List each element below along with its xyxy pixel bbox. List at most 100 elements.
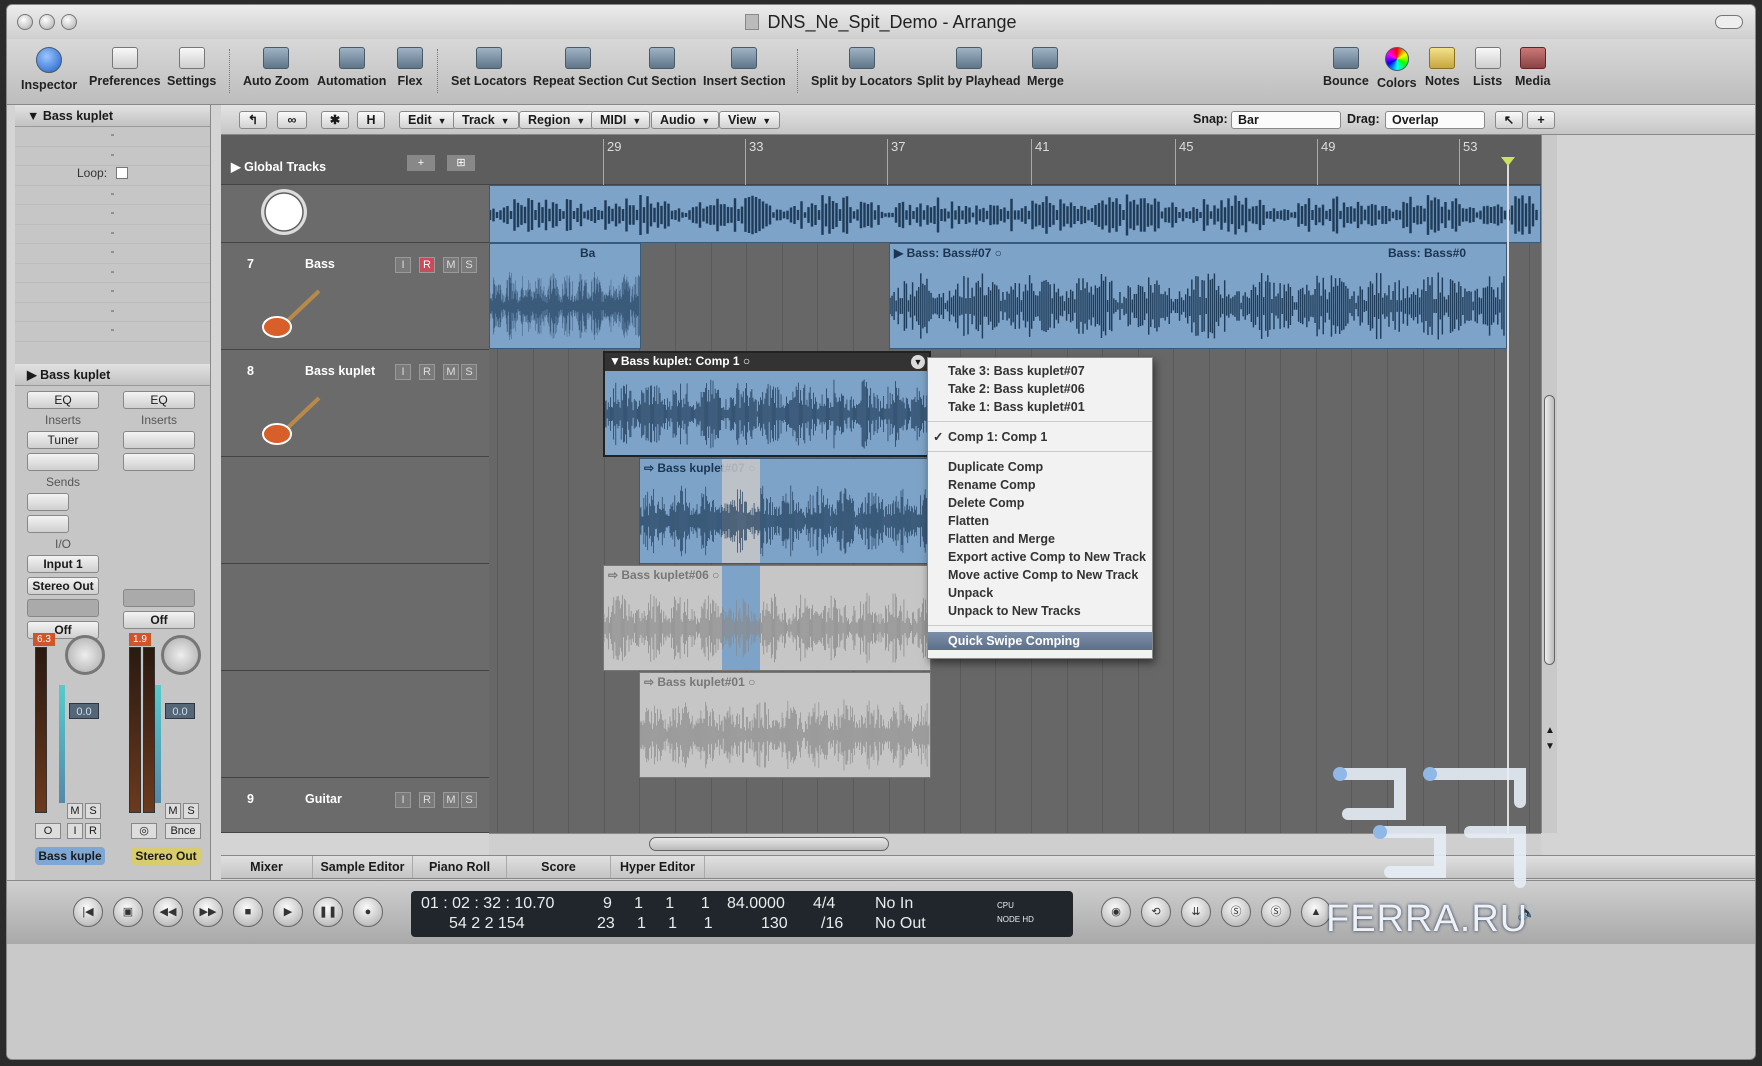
lists-button[interactable]: Lists xyxy=(1473,47,1502,88)
go-to-start-button[interactable]: |◀ xyxy=(73,897,103,927)
mute-button[interactable]: M xyxy=(443,364,459,380)
solo-button[interactable]: S xyxy=(461,364,477,380)
comp-menu-icon[interactable]: ▼ xyxy=(911,355,925,369)
menu-midi[interactable]: MIDI ▼ xyxy=(591,111,651,129)
insert-section-button[interactable]: Insert Section xyxy=(703,47,786,88)
group-slot[interactable] xyxy=(123,589,195,607)
tab-sample-editor[interactable]: Sample Editor xyxy=(313,856,413,878)
drum-region[interactable] xyxy=(489,185,1541,243)
notes-button[interactable]: Notes xyxy=(1425,47,1460,88)
menu-item-unpack[interactable]: Unpack xyxy=(928,584,1152,602)
input-monitor-button[interactable]: I xyxy=(395,792,411,808)
eq-button[interactable]: EQ xyxy=(123,391,195,409)
menu-item-unpack-new-tracks[interactable]: Unpack to New Tracks xyxy=(928,602,1152,620)
zoom-button[interactable] xyxy=(61,14,77,30)
record-enable-button[interactable]: R xyxy=(419,257,435,273)
input-monitor-button[interactable]: I xyxy=(395,364,411,380)
bass-region-b[interactable]: ▶ Bass: Bass#07 ○ Bass: Bass#0 xyxy=(889,243,1507,349)
insert-slot-tuner[interactable]: Tuner xyxy=(27,431,99,449)
vertical-scroll-thumb[interactable] xyxy=(1544,395,1555,665)
bar-ruler[interactable]: 29 33 37 41 45 49 53 xyxy=(489,135,1541,185)
fast-forward-button[interactable]: ▶▶ xyxy=(193,897,223,927)
solo-button[interactable]: S xyxy=(183,803,199,819)
automation-button[interactable]: Automation xyxy=(317,47,386,88)
go-to-position-button[interactable]: ▣ xyxy=(113,897,143,927)
scroll-up-arrow-icon[interactable]: ▲ xyxy=(1545,725,1555,736)
pan-knob[interactable] xyxy=(161,635,201,675)
mute-button[interactable]: M xyxy=(443,257,459,273)
play-button[interactable]: ▶ xyxy=(273,897,303,927)
vertical-scrollbar[interactable]: ▲ ▼ xyxy=(1541,135,1557,833)
menu-item-rename-comp[interactable]: Rename Comp xyxy=(928,476,1152,494)
close-button[interactable] xyxy=(17,14,33,30)
track-parameters-header[interactable]: ▶ Bass kuplet xyxy=(15,363,210,386)
solo-button[interactable]: S xyxy=(461,257,477,273)
menu-item-comp-1[interactable]: ✓ Comp 1: Comp 1 xyxy=(928,428,1152,446)
catch-button[interactable]: ✱ xyxy=(321,111,349,129)
bounce-mode-button[interactable]: O xyxy=(35,823,61,839)
tab-mixer[interactable]: Mixer xyxy=(221,856,313,878)
drag-select[interactable]: Overlap xyxy=(1385,111,1485,129)
split-by-locators-button[interactable]: Split by Locators xyxy=(811,47,912,88)
input-slot[interactable]: Input 1 xyxy=(27,555,99,573)
media-button[interactable]: Media xyxy=(1515,47,1550,88)
input-monitor-button[interactable]: I xyxy=(67,823,83,839)
bounce-mode-button[interactable]: ◎ xyxy=(131,823,157,839)
playhead[interactable] xyxy=(1507,157,1509,833)
volume-fader[interactable] xyxy=(155,685,161,803)
take-region-06[interactable]: ⇨ Bass kuplet#06 ○ xyxy=(603,565,931,671)
menu-item-flatten-merge[interactable]: Flatten and Merge xyxy=(928,530,1152,548)
input-monitor-button[interactable]: I xyxy=(395,257,411,273)
menu-item-quick-swipe-comping[interactable]: Quick Swipe Comping xyxy=(928,632,1152,650)
tab-score[interactable]: Score xyxy=(507,856,611,878)
set-locators-button[interactable]: Set Locators xyxy=(451,47,527,88)
insert-slot-empty[interactable] xyxy=(27,453,99,471)
automation-mode[interactable]: Off xyxy=(123,611,195,629)
record-enable-button[interactable]: R xyxy=(85,823,101,839)
eq-button[interactable]: EQ xyxy=(27,391,99,409)
link-button[interactable]: ∞ xyxy=(277,111,307,129)
pointer-tool-button[interactable]: ↖ xyxy=(1495,111,1523,129)
split-by-playhead-button[interactable]: Split by Playhead xyxy=(917,47,1021,88)
region-parameters-header[interactable]: ▼ Bass kuplet xyxy=(15,105,210,127)
menu-item-duplicate-comp[interactable]: Duplicate Comp xyxy=(928,458,1152,476)
menu-item-delete-comp[interactable]: Delete Comp xyxy=(928,494,1152,512)
playhead-marker[interactable] xyxy=(1501,157,1515,166)
minimize-button[interactable] xyxy=(39,14,55,30)
mute-button[interactable]: M xyxy=(443,792,459,808)
output-slot[interactable]: Stereo Out xyxy=(27,577,99,595)
loop-checkbox[interactable] xyxy=(116,167,129,179)
menu-track[interactable]: Track ▼ xyxy=(453,111,519,129)
mute-button[interactable]: M xyxy=(165,803,181,819)
tab-piano-roll[interactable]: Piano Roll xyxy=(413,856,507,878)
add-track-button[interactable]: + xyxy=(407,155,435,171)
menu-edit[interactable]: Edit ▼ xyxy=(399,111,456,129)
comp-folder-region[interactable]: ▼Bass kuplet: Comp 1 ○ ▼ xyxy=(603,351,931,457)
bounce-button-strip[interactable]: Bnce xyxy=(165,823,201,839)
comp-header[interactable]: ▼Bass kuplet: Comp 1 ○ ▼ xyxy=(605,353,929,371)
volume-fader[interactable] xyxy=(59,685,65,803)
preferences-button[interactable]: Preferences xyxy=(89,47,161,88)
hide-button[interactable]: H xyxy=(357,111,385,129)
track-9-guitar[interactable]: 9 Guitar I R M S xyxy=(221,778,489,833)
menu-item-move-comp[interactable]: Move active Comp to New Track xyxy=(928,566,1152,584)
send-slot[interactable] xyxy=(27,493,69,511)
menu-item-take-1[interactable]: Take 1: Bass kuplet#01 xyxy=(928,398,1152,416)
pan-knob[interactable] xyxy=(65,635,105,675)
menu-item-take-2[interactable]: Take 2: Bass kuplet#06 xyxy=(928,380,1152,398)
solo-button[interactable]: S xyxy=(85,803,101,819)
menu-view[interactable]: View ▼ xyxy=(719,111,781,129)
menu-item-flatten[interactable]: Flatten xyxy=(928,512,1152,530)
mute-button[interactable]: M xyxy=(67,803,83,819)
bounce-button[interactable]: Bounce xyxy=(1323,47,1369,88)
scroll-down-arrow-icon[interactable]: ▼ xyxy=(1545,741,1555,752)
record-enable-button[interactable]: R xyxy=(419,364,435,380)
pencil-tool-button[interactable]: + xyxy=(1527,111,1555,129)
sync-button[interactable]: Ⓢ xyxy=(1261,897,1291,927)
back-button[interactable]: ↰ xyxy=(239,111,267,129)
menu-region[interactable]: Region ▼ xyxy=(519,111,595,129)
stop-button[interactable]: ■ xyxy=(233,897,263,927)
auto-zoom-button[interactable]: Auto Zoom xyxy=(243,47,309,88)
snap-select[interactable]: Bar xyxy=(1231,111,1341,129)
record-button[interactable]: ● xyxy=(353,897,383,927)
